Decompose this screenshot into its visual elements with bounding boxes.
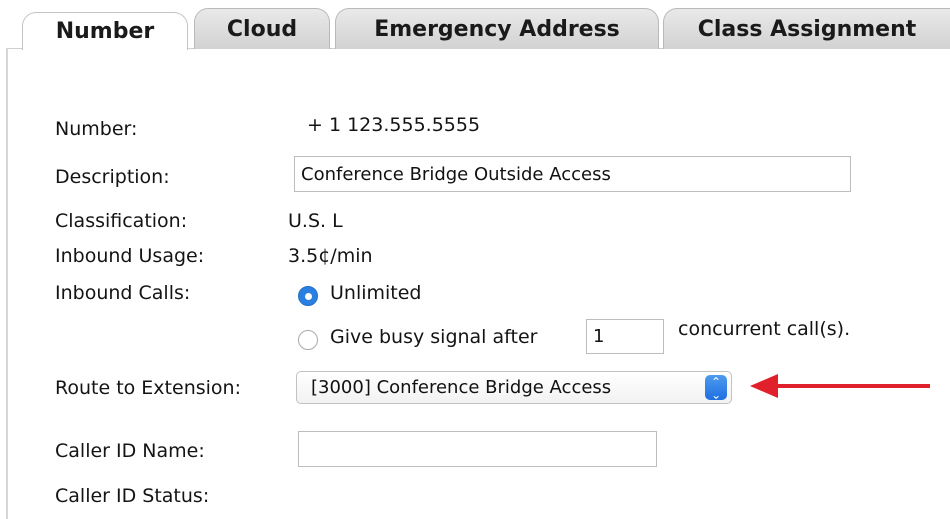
busy-count-value: 1 [593,326,605,347]
inbound-usage-value: 3.5¢/min [288,245,373,267]
tab-class-assignment[interactable]: Class Assignment [663,8,950,49]
description-input[interactable]: Conference Bridge Outside Access [294,156,851,192]
tab-label: Cloud [226,16,298,42]
busy-signal-radio[interactable] [298,330,318,350]
tab-label: Number [55,19,155,44]
description-input-value: Conference Bridge Outside Access [301,163,611,185]
tab-cloud[interactable]: Cloud [194,8,330,49]
route-extension-select[interactable]: [3000] Conference Bridge Access ⌃ ⌃ [296,371,732,404]
chevron-updown-icon[interactable]: ⌃ ⌃ [705,375,727,401]
caller-id-name-label: Caller ID Name: [55,440,205,462]
busy-signal-label[interactable]: Give busy signal after [330,326,537,348]
classification-label: Classification: [55,210,188,232]
classification-value: U.S. L [288,210,343,232]
number-value: + 1 123.555.5555 [307,114,481,136]
tab-number[interactable]: Number [22,12,188,50]
tab-emergency-address[interactable]: Emergency Address [335,8,659,49]
inbound-usage-label: Inbound Usage: [55,245,205,267]
panel-border [6,48,8,519]
arrow-left-icon [750,374,930,398]
tab-label: Emergency Address [374,16,620,42]
busy-count-input[interactable]: 1 [586,319,664,354]
inbound-calls-label: Inbound Calls: [55,282,191,304]
route-selected-value: [3000] Conference Bridge Access [311,377,612,398]
caller-id-name-input[interactable] [298,431,657,467]
number-label: Number: [55,118,138,140]
caller-id-status-label: Caller ID Status: [55,485,210,507]
route-label: Route to Extension: [55,377,241,399]
description-label: Description: [55,166,170,188]
unlimited-radio[interactable] [298,286,318,306]
unlimited-label[interactable]: Unlimited [330,282,422,304]
tab-label: Class Assignment [697,16,917,42]
concurrent-calls-label: concurrent call(s). [678,318,851,340]
